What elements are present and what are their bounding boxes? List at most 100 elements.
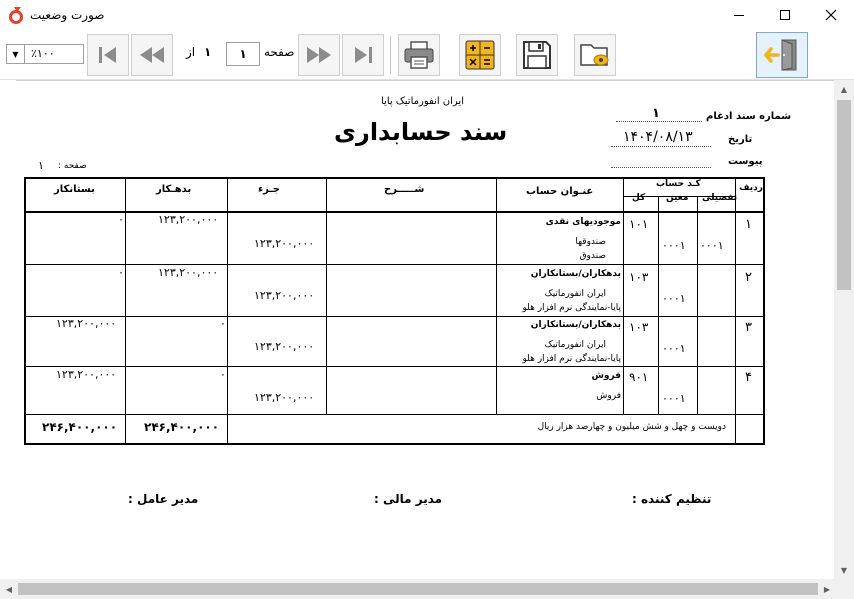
scroll-up-icon[interactable]: ▲ [834,80,854,98]
total-credit: ۲۴۶,۴۰۰,۰۰۰ [42,420,118,434]
row-3-credit: ۱۲۳,۲۰۰,۰۰۰ [56,317,117,330]
row-4-number: ۴ [745,370,752,385]
row-2-debit: ۱۲۳,۲۰۰,۰۰۰ [158,266,219,279]
signature-ceo: مدیر عامل : [128,492,199,506]
maximize-button[interactable] [762,0,808,30]
minimize-icon [734,14,744,16]
row-3-debit: ۰ [220,317,226,330]
row-2-sub1: ایران انفورماتیک [544,289,606,299]
vertical-scrollbar[interactable]: ▲ ▼ [834,80,854,579]
header-description: شـــــرح [384,184,425,195]
title-bar: صورت وضعیت [0,0,854,30]
date-value: ۱۴۰۴/۰۸/۱۳ [623,129,693,145]
row-2-partial: ۱۲۳,۲۰۰,۰۰۰ [254,289,315,302]
skip-last-icon [355,47,372,63]
attachment-dots [611,167,711,168]
horizontal-scroll-thumb[interactable] [18,583,818,595]
skip-first-icon [99,47,116,63]
row-1-debit: ۱۲۳,۲۰۰,۰۰۰ [158,213,219,226]
merge-number-label: شماره سند ادغام [706,111,792,122]
total-pages: ۱ [204,45,212,59]
page-of-label: از [186,45,196,59]
header-kol: کل [632,193,646,203]
row-1-title: موجودیهای نقدی [545,217,621,227]
signature-finance-manager: مدیر مالی : [374,492,443,506]
header-moein: معین [666,193,689,203]
page-number-input[interactable]: ۱ [226,42,260,66]
first-page-button[interactable] [87,34,129,76]
zoom-value: ٪۱۰۰ [31,47,55,60]
row-1-moein: ۰۰۰۱ [662,239,686,252]
row-1-number: ۱ [745,217,752,232]
report-toolbar: ▼ ٪۱۰۰ از ۱ ۱ صفحه [0,30,854,80]
row-4-debit: ۰ [220,368,226,381]
zoom-select[interactable]: ▼ ٪۱۰۰ [6,44,84,64]
row-3-moein: ۰۰۰۱ [662,342,686,355]
scroll-left-icon[interactable]: ◀ [0,579,18,599]
header-debit: بدهـکار [156,184,192,195]
scrollbar-corner [834,579,854,599]
folder-eye-icon [580,44,609,66]
row-3-sub1: ایران انفورماتیک [544,340,606,350]
date-dots [611,146,711,147]
printer-icon [404,41,434,69]
save-button[interactable] [516,34,558,76]
row-2-sub2: پایا-نمایندگی نرم افزار هلو [522,303,621,313]
header-detail: تفصیلی [702,193,738,203]
total-in-words: دویست و چهل و شش میلیون و چهارصد هزار ری… [537,422,726,432]
row-2-kol: ۱۰۳ [629,270,649,284]
row-4-moein: ۰۰۰۱ [662,392,686,405]
open-folder-preview-button[interactable] [574,34,616,76]
row-1-sub1: صندوقها [575,237,606,247]
row-3-sub2: پایا-نمایندگی نرم افزار هلو [522,354,621,364]
date-label: تاریخ [728,134,753,145]
page-number-value: ۱ [38,159,44,172]
row-2-moein: ۰۰۰۱ [662,292,686,305]
attachment-label: پیوست [728,156,763,167]
calculator-icon [465,40,495,70]
window-title: صورت وضعیت [30,8,105,22]
scroll-down-icon[interactable]: ▼ [834,561,854,579]
maximize-icon [780,10,790,20]
row-4-partial: ۱۲۳,۲۰۰,۰۰۰ [254,391,315,404]
close-icon [825,9,837,21]
next-page-button[interactable] [298,34,340,76]
floppy-disk-icon [523,41,551,69]
horizontal-scrollbar[interactable]: ◀ ▶ [0,579,854,599]
row-1-credit: ۰ [118,213,124,226]
row-3-kol: ۱۰۳ [629,320,649,334]
vertical-scroll-thumb[interactable] [837,100,851,290]
company-name: ایران انفورماتیک پایا [381,96,464,107]
header-account-title: عنـوان حساب [526,186,594,197]
row-4-title: فروش [591,371,621,381]
total-debit: ۲۴۶,۴۰۰,۰۰۰ [144,420,220,434]
calculator-button[interactable] [459,34,501,76]
row-4-kol: ۹۰۱ [629,370,649,384]
row-4-credit: ۱۲۳,۲۰۰,۰۰۰ [56,368,117,381]
exit-button[interactable] [756,32,808,78]
previous-page-button[interactable] [131,34,173,76]
document-title: سند حسابداری [334,118,508,146]
row-3-partial: ۱۲۳,۲۰۰,۰۰۰ [254,340,315,353]
row-1-kol: ۱۰۱ [629,217,649,231]
page-label: صفحه [264,45,295,59]
toolbar-separator [390,36,391,74]
page-number-label: صفحه : [58,161,87,171]
last-page-button[interactable] [342,34,384,76]
fast-forward-icon [307,47,331,63]
print-button[interactable] [398,34,440,76]
row-1-detail: ۰۰۰۱ [700,239,724,252]
row-2-credit: ۰ [118,266,124,279]
report-viewport[interactable]: ایران انفورماتیک پایا سند حسابداری شماره… [16,80,834,579]
close-button[interactable] [808,0,854,30]
chevron-down-icon[interactable]: ▼ [7,45,25,63]
exit-door-icon [764,39,797,71]
row-3-title: بدهکاران/بستانکاران [530,320,621,330]
row-1-partial: ۱۲۳,۲۰۰,۰۰۰ [254,237,315,250]
header-account-code: کـد حساب [656,179,701,189]
row-4-sub1: فروش [596,391,621,401]
minimize-button[interactable] [716,0,762,30]
merge-number-dots [616,121,702,122]
row-1-sub2: صندوق [579,251,606,261]
header-row: ردیف [739,183,763,193]
